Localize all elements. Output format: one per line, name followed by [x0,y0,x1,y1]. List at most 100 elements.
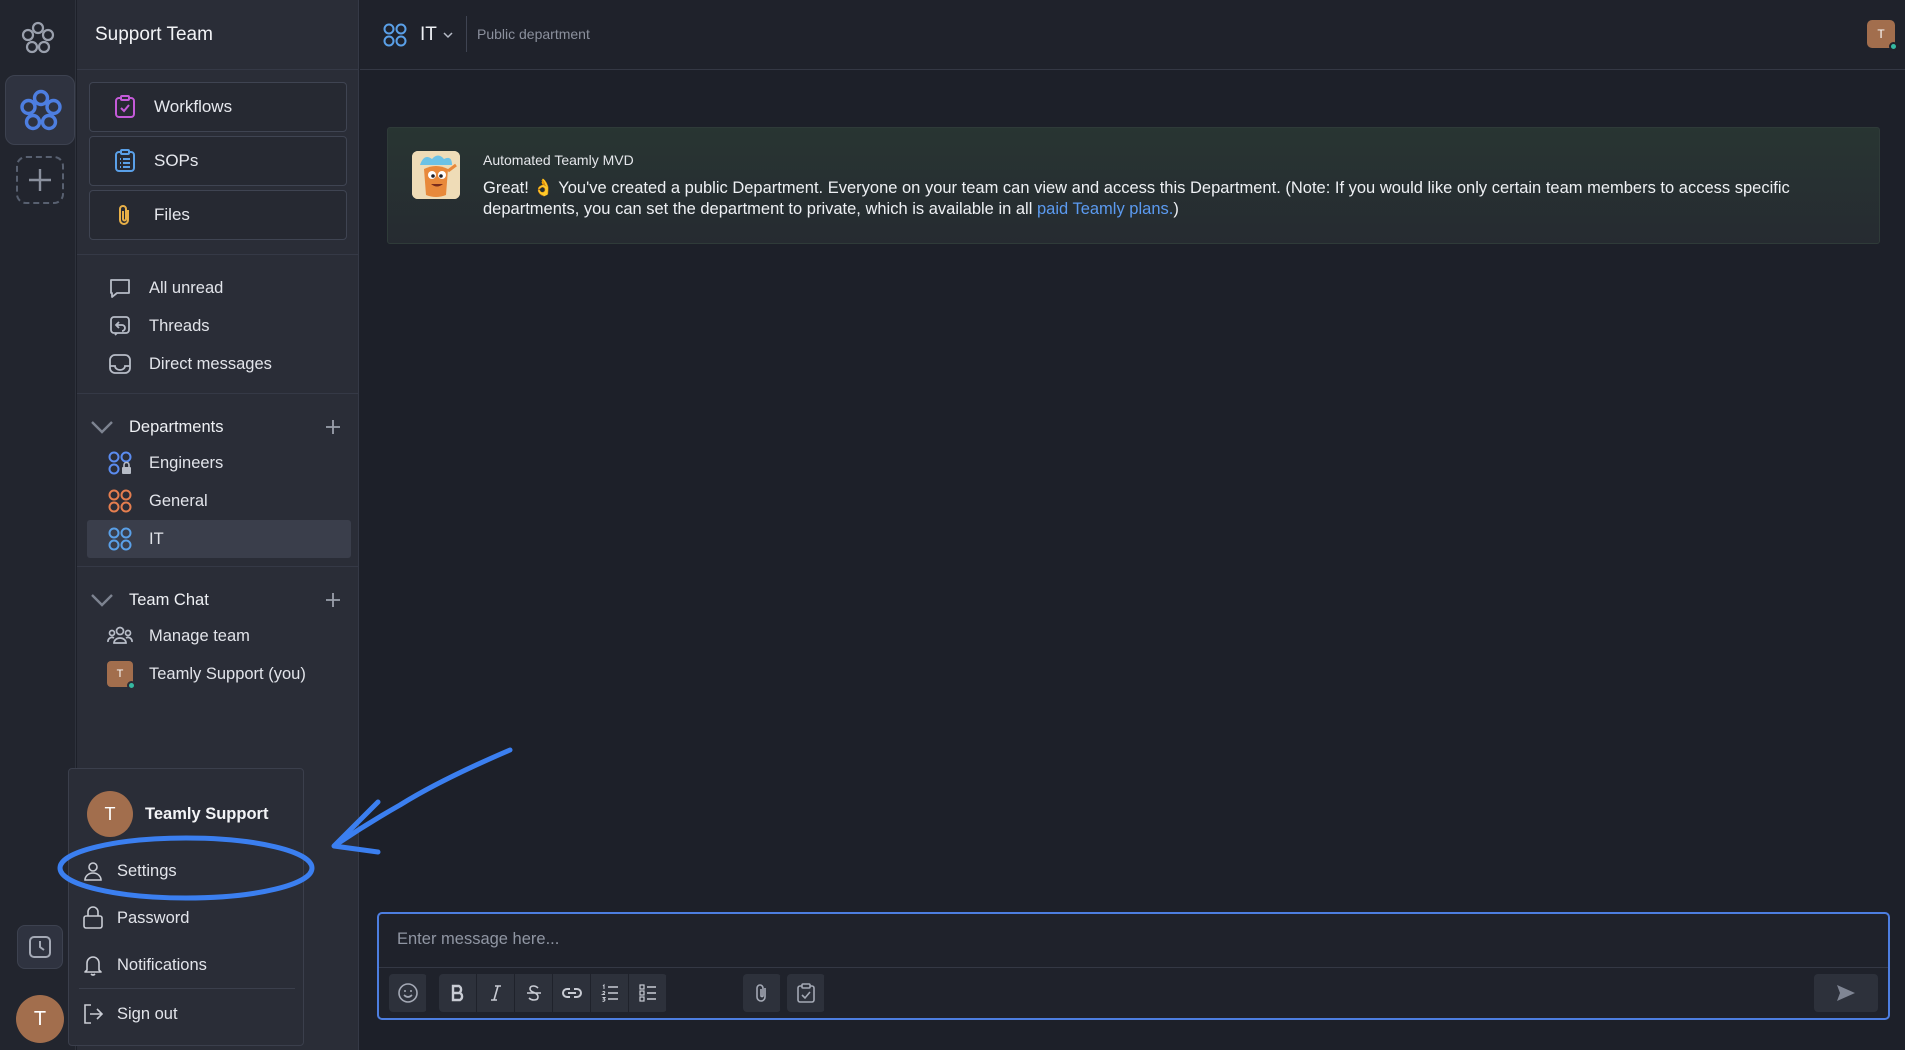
team-chat-title: Team Chat [129,590,209,609]
strikethrough-button[interactable] [515,974,553,1012]
user-icon [84,862,102,881]
nav-threads[interactable]: Threads [77,307,358,345]
online-status-dot [1889,42,1898,51]
message-body-end: ) [1173,200,1179,218]
header-user-avatar[interactable]: T [1867,20,1898,51]
online-status-dot [127,681,136,690]
department-engineers-label: Engineers [149,453,224,472]
menu-item-label: Sign out [117,1004,178,1023]
department-type: Public department [477,26,590,42]
nav-section: All unread Threads Direct messages [77,255,358,394]
chat-bubble-icon [110,279,130,298]
workflow-clipboard-icon [115,95,135,118]
nav-direct-messages[interactable]: Direct messages [77,345,358,383]
paperclip-icon [119,205,129,225]
workspace-title[interactable]: Support Team [77,0,358,70]
sops-label: SOPs [154,151,199,170]
manage-team-item[interactable]: Manage team [77,617,350,655]
department-name: IT [420,24,437,45]
message-composer: Enter message here... [377,912,1890,1020]
menu-item-label: Settings [117,861,177,880]
app-window: T Support Team Workflows SOPs Files All … [0,0,1905,1050]
italic-button[interactable] [477,974,515,1012]
menu-item-notifications[interactable]: Notifications [81,949,207,981]
department-general[interactable]: General [77,482,350,520]
inbox-icon [109,354,131,374]
user-avatar-button[interactable]: T [16,995,64,1043]
checklist-button[interactable] [629,974,667,1012]
add-chat-icon[interactable] [324,591,342,609]
link-icon [561,988,582,998]
menu-item-label: Password [117,908,190,927]
department-general-label: General [149,491,208,510]
workflows-button[interactable]: Workflows [89,82,347,132]
department-engineers[interactable]: Engineers [77,444,350,482]
composer-divider [379,967,1888,968]
workspace-logo-icon [20,89,62,131]
departments-title: Departments [129,417,224,436]
link-button[interactable] [553,974,591,1012]
chevron-down-icon [91,421,113,434]
chevron-down-icon [443,32,453,39]
menu-item-label: Notifications [117,955,207,974]
task-toolbar [787,974,825,1012]
clock-icon [29,936,51,958]
department-it-label: IT [149,529,164,548]
emoji-toolbar [389,974,427,1012]
team-chat-header[interactable]: Team Chat [77,583,358,617]
nav-all-unread[interactable]: All unread [77,269,358,307]
bot-avatar [412,151,460,199]
menu-item-password[interactable]: Password [81,902,189,934]
format-toolbar [439,974,667,1012]
add-department-icon[interactable] [324,418,342,436]
team-chat-section: Team Chat Manage team T Teamly Support (… [77,567,358,701]
sop-list-icon [115,149,135,172]
team-icon [107,626,133,644]
bold-button[interactable] [439,974,477,1012]
avatar-initial: T [1877,27,1885,41]
ordered-list-button[interactable] [591,974,629,1012]
attach-file-button[interactable] [743,974,781,1012]
message-input[interactable]: Enter message here... [397,930,559,949]
bot-message: Automated Teamly MVD Great! 👌 You've cre… [387,127,1880,244]
teamly-logo-icon[interactable] [20,20,56,56]
threads-icon [110,316,130,336]
departments-section: Departments Engineers General IT [77,394,358,567]
menu-divider [79,988,295,989]
plus-icon [29,169,51,191]
private-department-icon [108,451,132,475]
manage-team-label: Manage team [149,626,250,645]
avatar: T [87,791,133,837]
self-chat-item[interactable]: T Teamly Support (you) [77,655,350,693]
workspace-switcher-active[interactable] [5,75,75,145]
sops-button[interactable]: SOPs [89,136,347,186]
avatar-initial: T [116,668,124,680]
avatar: T [107,661,136,690]
attach-toolbar [743,974,781,1012]
menu-item-settings[interactable]: Settings [81,855,177,887]
user-menu: T Teamly Support Settings Password Notif… [68,768,304,1046]
clipboard-check-icon [796,983,815,1003]
user-name: Teamly Support [145,804,269,823]
ordered-list-icon [600,983,618,1002]
paid-plans-link[interactable]: paid Teamly plans. [1037,200,1173,218]
send-icon [1837,985,1855,1001]
workflows-label: Workflows [154,97,233,116]
bot-mascot-icon [412,151,460,199]
department-switcher[interactable]: IT [382,22,455,48]
departments-header[interactable]: Departments [77,410,358,444]
italic-icon [490,985,501,1001]
department-it[interactable]: IT [87,520,351,558]
highlight-arrow [337,747,513,845]
files-button[interactable]: Files [89,190,347,240]
task-button[interactable] [787,974,825,1012]
emoji-button[interactable] [389,974,427,1012]
user-menu-header: T Teamly Support [87,791,268,837]
strikethrough-icon [526,985,541,1001]
tools-section: Workflows SOPs Files [77,70,358,255]
history-button[interactable] [17,925,63,969]
add-workspace-button[interactable] [16,156,64,204]
send-button[interactable] [1814,974,1878,1012]
workspace-rail: T [0,0,76,1050]
menu-item-sign-out[interactable]: Sign out [81,998,178,1030]
